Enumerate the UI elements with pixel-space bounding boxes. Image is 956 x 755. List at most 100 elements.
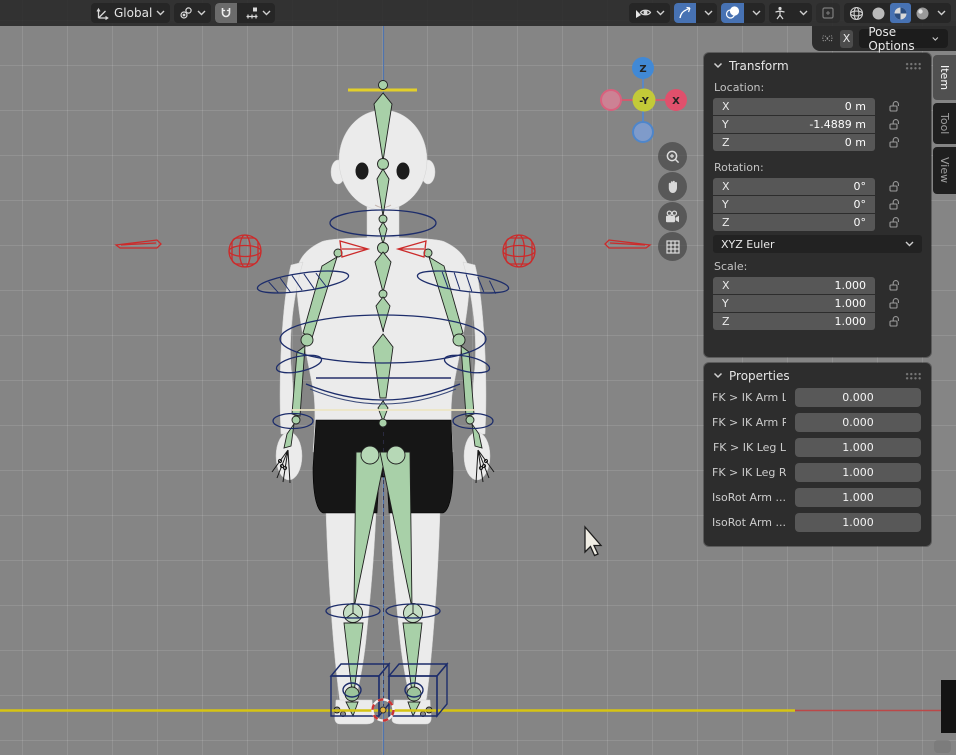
prop-value-field[interactable]: 1.000	[795, 463, 921, 482]
prop-value-field[interactable]: 0.000	[795, 388, 921, 407]
scale-x-row: X 1.000	[713, 277, 923, 294]
rotation-label: Rotation:	[714, 161, 931, 174]
chevron-down-icon[interactable]	[937, 10, 946, 16]
hand-icon	[665, 179, 681, 195]
panel-collapse-chevron-icon	[713, 62, 723, 69]
gizmo-neg-z-ball[interactable]	[633, 122, 653, 142]
snap-group	[215, 3, 275, 23]
pose-options-dropdown[interactable]: Pose Options	[859, 29, 948, 48]
location-x-field[interactable]: X 0 m	[713, 98, 875, 115]
panel-drag-grip[interactable]	[905, 62, 922, 70]
snap-magnet-toggle[interactable]	[215, 3, 237, 23]
shading-solid-button[interactable]	[868, 3, 889, 23]
custom-prop-row: FK > IK Arm L 0.000	[712, 388, 921, 407]
tab-view[interactable]: View	[933, 147, 956, 193]
pivot-point-dropdown[interactable]	[174, 3, 211, 23]
prop-value-field[interactable]: 1.000	[795, 513, 921, 532]
camera-icon	[664, 209, 681, 225]
rotation-x-field[interactable]: X 0°	[713, 178, 875, 195]
rotation-mode-value: XYZ Euler	[721, 238, 775, 251]
location-z-field[interactable]: Z 0 m	[713, 134, 875, 151]
prop-label: FK > IK Arm L	[712, 391, 786, 404]
scale-z-row: Z 1.000	[713, 313, 923, 330]
chevron-down-icon	[262, 10, 271, 16]
header-right-group	[629, 3, 951, 23]
scale-y-field[interactable]: Y 1.000	[713, 295, 875, 312]
tab-tool[interactable]: Tool	[933, 103, 956, 144]
unlock-icon[interactable]	[888, 198, 901, 211]
unlock-icon[interactable]	[888, 315, 901, 328]
gizmo-dropdown[interactable]	[700, 3, 717, 23]
unlock-icon[interactable]	[888, 136, 901, 149]
visibility-eye-icon	[634, 6, 652, 20]
prop-value-field[interactable]: 1.000	[795, 438, 921, 457]
magnifier-plus-icon	[665, 149, 681, 165]
chevron-down-icon	[905, 241, 914, 247]
mirror-x-toggle[interactable]: X	[840, 30, 854, 48]
gizmo-z-label: Z	[639, 64, 646, 75]
navigation-gizmo[interactable]: Z X -Y	[596, 56, 696, 152]
tool-settings-bar: X Pose Options	[812, 26, 956, 51]
custom-prop-row: FK > IK Leg R 1.000	[712, 463, 921, 482]
rotation-mode-dropdown[interactable]: XYZ Euler	[713, 235, 922, 253]
scale-z-field[interactable]: Z 1.000	[713, 313, 875, 330]
scale-y-row: Y 1.000	[713, 295, 923, 312]
compositor-icon[interactable]	[816, 3, 840, 23]
grid-icon	[665, 239, 681, 255]
mirror-butterfly-icon[interactable]	[821, 31, 834, 46]
rotation-z-field[interactable]: Z 0°	[713, 214, 875, 231]
scale-x-field[interactable]: X 1.000	[713, 277, 875, 294]
chevron-down-icon	[932, 36, 939, 42]
transform-panel-header[interactable]: Transform	[704, 53, 931, 78]
object-visibility-dropdown[interactable]	[629, 3, 670, 23]
shading-wireframe-button[interactable]	[846, 3, 867, 23]
show-overlays-toggle[interactable]	[721, 3, 744, 23]
location-x-row: X 0 m	[713, 98, 923, 115]
rotation-y-row: Y 0°	[713, 196, 923, 213]
chevron-down-icon	[704, 10, 713, 16]
orthographic-toggle-button[interactable]	[658, 232, 687, 261]
prop-label: IsoRot Arm ...	[712, 491, 786, 504]
snap-settings-dropdown[interactable]	[241, 3, 275, 23]
overlays-group	[721, 3, 765, 23]
prop-value-field[interactable]: 1.000	[795, 488, 921, 507]
gizmo-neg-x-ball[interactable]	[601, 90, 621, 110]
xray-figure-icon	[773, 6, 787, 20]
shading-material-button[interactable]	[890, 3, 911, 23]
rotation-y-field[interactable]: Y 0°	[713, 196, 875, 213]
shading-mode-group	[844, 3, 951, 23]
pan-button[interactable]	[658, 172, 687, 201]
shading-rendered-button[interactable]	[912, 3, 933, 23]
chevron-down-icon	[799, 10, 808, 16]
camera-view-button[interactable]	[658, 202, 687, 231]
solid-sphere-icon	[871, 6, 886, 21]
unlock-icon[interactable]	[888, 216, 901, 229]
transform-orientation-dropdown[interactable]: Global	[91, 3, 170, 23]
xray-toggle[interactable]	[769, 3, 791, 23]
rotation-x-row: X 0°	[713, 178, 923, 195]
unlock-icon[interactable]	[888, 100, 901, 113]
unlock-icon[interactable]	[888, 118, 901, 131]
xray-dropdown[interactable]	[795, 3, 812, 23]
viewport-header: Global	[0, 0, 956, 26]
panel-collapse-chevron-icon	[713, 372, 723, 379]
pivot-point-icon	[179, 6, 193, 20]
overlays-dropdown[interactable]	[748, 3, 765, 23]
gizmo-center-label: -Y	[639, 96, 649, 107]
corner-resize-widget[interactable]	[934, 740, 951, 753]
zoom-button[interactable]	[658, 142, 687, 171]
xray-group	[769, 3, 812, 23]
gizmo-x-label: X	[672, 96, 680, 107]
unlock-icon[interactable]	[888, 180, 901, 193]
properties-panel-header[interactable]: Properties	[704, 363, 931, 388]
custom-prop-row: FK > IK Leg L 1.000	[712, 438, 921, 457]
chevron-down-icon	[197, 10, 206, 16]
location-y-field[interactable]: Y -1.4889 m	[713, 116, 875, 133]
unlock-icon[interactable]	[888, 297, 901, 310]
panel-drag-grip[interactable]	[905, 372, 922, 380]
show-gizmos-toggle[interactable]	[674, 3, 696, 23]
prop-value-field[interactable]: 0.000	[795, 413, 921, 432]
tab-item[interactable]: Item	[933, 55, 956, 100]
prop-label: FK > IK Leg L	[712, 441, 786, 454]
unlock-icon[interactable]	[888, 279, 901, 292]
